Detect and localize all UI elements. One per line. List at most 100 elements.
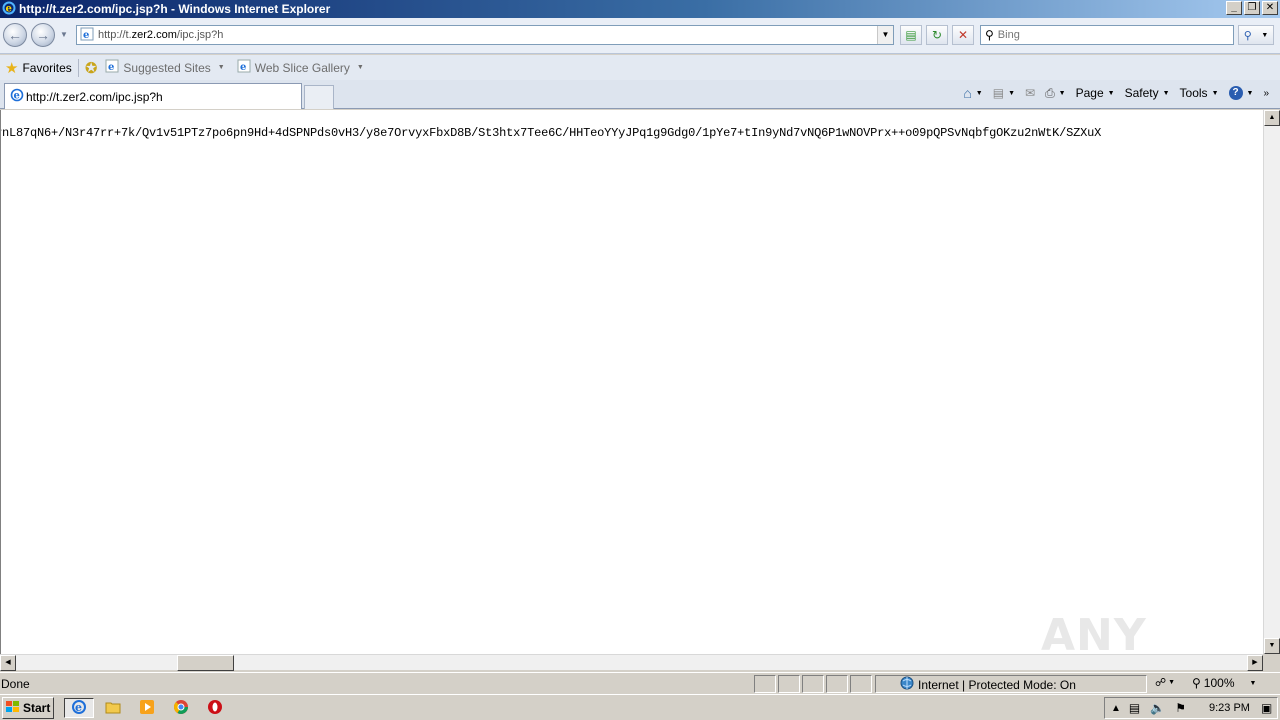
zoom-dropdown-icon[interactable]: ▼ [1250, 680, 1257, 687]
network-icon[interactable]: ▤ [1129, 701, 1140, 715]
forward-arrow-icon: → [36, 27, 50, 43]
status-panel [778, 675, 800, 693]
taskbar-ie-button[interactable]: e [64, 698, 94, 718]
home-icon: ⌂ [963, 85, 972, 101]
taskbar-explorer-button[interactable] [98, 698, 128, 718]
horizontal-scroll-thumb[interactable] [177, 655, 234, 671]
page-ie-icon: e [80, 27, 94, 44]
help-menu[interactable]: ? ▼ [1226, 86, 1257, 100]
anyrun-watermark: ANY RUN [1041, 610, 1147, 654]
close-window-button[interactable]: ✕ [1262, 1, 1278, 15]
protected-mode-button[interactable]: ☍ ▼ [1155, 676, 1175, 689]
system-clock[interactable]: 9:23 PM [1209, 702, 1250, 714]
scroll-up-icon[interactable]: ▲ [1264, 110, 1280, 126]
add-to-favorites-button[interactable]: ✪ [85, 59, 98, 77]
forward-button[interactable]: → [31, 23, 55, 47]
svg-text:e: e [240, 62, 246, 73]
volume-icon[interactable]: 🔈 [1150, 701, 1165, 715]
page-content: ?nL87qN6+/N3r47rr+7k/Qv1v51PTz7po6pn9Hd+… [0, 110, 1263, 654]
status-panel [850, 675, 872, 693]
compatibility-view-button[interactable]: ▤ [900, 25, 922, 45]
web-slice-gallery-link[interactable]: e Web Slice Gallery ▼ [237, 59, 364, 76]
read-mail-button[interactable]: ✉ [1022, 86, 1038, 100]
restore-button[interactable]: ❐ [1244, 1, 1260, 15]
safety-menu[interactable]: Safety ▼ [1122, 86, 1173, 100]
tab-ie-icon: e [10, 88, 24, 105]
zoom-control[interactable]: ⚲ 100% ▼ [1192, 676, 1256, 690]
svg-text:e: e [14, 91, 20, 102]
home-dropdown-icon[interactable]: ▼ [976, 90, 983, 97]
search-icon: ⚲ [1243, 29, 1252, 42]
taskbar-chrome-button[interactable] [166, 698, 196, 718]
rss-feed-icon: ▤ [992, 86, 1005, 100]
svg-text:e: e [83, 30, 89, 41]
media-player-icon [139, 699, 155, 718]
scroll-down-icon[interactable]: ▼ [1264, 638, 1280, 654]
taskbar-media-player-button[interactable] [132, 698, 162, 718]
address-url: http://t.zer2.com/ipc.jsp?h [98, 29, 224, 41]
favorites-button[interactable]: ★ Favorites [5, 59, 72, 77]
feeds-button[interactable]: ▤ ▼ [990, 86, 1018, 100]
compatibility-icon: ▤ [905, 28, 917, 42]
page-menu[interactable]: Page ▼ [1073, 86, 1118, 100]
chrome-icon [173, 699, 189, 718]
tools-menu[interactable]: Tools ▼ [1177, 86, 1222, 100]
web-slice-dropdown-icon[interactable]: ▼ [357, 64, 364, 71]
search-box[interactable]: ⚲ [980, 25, 1234, 45]
address-bar[interactable]: e http://t.zer2.com/ipc.jsp?h ▼ [76, 25, 894, 45]
status-panel [826, 675, 848, 693]
tab-bar: e http://t.zer2.com/ipc.jsp?h ⌂ ▼ ▤ ▼ ✉ … [0, 80, 1280, 109]
internet-globe-icon [900, 676, 914, 693]
show-desktop-icon[interactable]: ▣ [1261, 701, 1272, 715]
search-options-dropdown-icon[interactable]: ▼ [1261, 32, 1268, 39]
address-dropdown-icon[interactable]: ▼ [877, 26, 893, 44]
back-arrow-icon: ← [8, 27, 22, 43]
stop-button[interactable]: ✕ [952, 25, 974, 45]
taskbar-opera-button[interactable] [200, 698, 230, 718]
search-input[interactable] [997, 29, 1218, 41]
command-bar: ⌂ ▼ ▤ ▼ ✉ ⎙ ▼ Page ▼ Safety ▼ Tools ▼ ? … [960, 85, 1272, 101]
start-button[interactable]: Start [2, 697, 54, 719]
vertical-scrollbar[interactable]: ▲ ▼ [1263, 110, 1280, 654]
new-tab-button[interactable] [304, 85, 334, 109]
help-dropdown-icon: ▼ [1246, 89, 1254, 97]
printer-icon: ⎙ [1045, 85, 1055, 100]
minimize-button[interactable]: _ [1226, 1, 1242, 15]
protected-mode-dropdown-icon[interactable]: ▼ [1168, 679, 1175, 686]
chevron-more-icon[interactable]: » [1260, 88, 1272, 99]
suggested-sites-link[interactable]: e Suggested Sites ▼ [105, 59, 225, 76]
status-text: Done [1, 677, 30, 691]
suggested-sites-ie-icon: e [105, 59, 119, 76]
window-title: http://t.zer2.com/ipc.jsp?h - Windows In… [19, 2, 331, 16]
back-button[interactable]: ← [3, 23, 27, 47]
lock-icon: ☍ [1155, 677, 1167, 689]
safety-dropdown-icon: ▼ [1162, 89, 1170, 97]
scroll-left-icon[interactable]: ◀ [0, 655, 16, 671]
action-center-flag-icon[interactable]: ⚑ [1175, 701, 1186, 715]
show-hidden-icons-icon[interactable]: ▲ [1111, 703, 1121, 714]
refresh-button[interactable]: ↻ [926, 25, 948, 45]
print-dropdown-icon[interactable]: ▼ [1059, 90, 1066, 97]
title-bar: e http://t.zer2.com/ipc.jsp?h - Windows … [0, 0, 1280, 18]
refresh-icon: ↻ [931, 28, 943, 42]
opera-icon [207, 699, 223, 718]
taskbar: Start e ▲ ▤ 🔈 ⚑ 9:23 PM ▣ [0, 694, 1280, 720]
feeds-dropdown-icon[interactable]: ▼ [1008, 90, 1015, 97]
favorites-separator [77, 58, 79, 77]
help-icon: ? [1228, 86, 1243, 100]
status-bar: Done Internet | Protected Mode: On ☍ ▼ ⚲… [0, 672, 1280, 694]
history-dropdown-icon[interactable]: ▼ [60, 30, 68, 39]
status-panel [802, 675, 824, 693]
stop-icon: ✕ [957, 28, 969, 42]
security-zone[interactable]: Internet | Protected Mode: On [900, 676, 1076, 693]
scroll-right-icon[interactable]: ▶ [1247, 655, 1263, 671]
search-button[interactable]: ⚲ ▼ [1238, 25, 1274, 45]
home-button[interactable]: ⌂ ▼ [960, 85, 985, 101]
suggested-sites-dropdown-icon[interactable]: ▼ [218, 64, 225, 71]
tab-active-page[interactable]: e http://t.zer2.com/ipc.jsp?h [4, 83, 302, 109]
zoom-icon: ⚲ [1192, 676, 1201, 690]
horizontal-scrollbar[interactable]: ◀ ▶ [0, 654, 1263, 671]
print-button[interactable]: ⎙ ▼ [1042, 86, 1069, 101]
favorites-star-icon: ★ [5, 59, 19, 77]
navigation-bar: ← → ▼ e http://t.zer2.com/ipc.jsp?h ▼ ▤ … [0, 18, 1280, 54]
